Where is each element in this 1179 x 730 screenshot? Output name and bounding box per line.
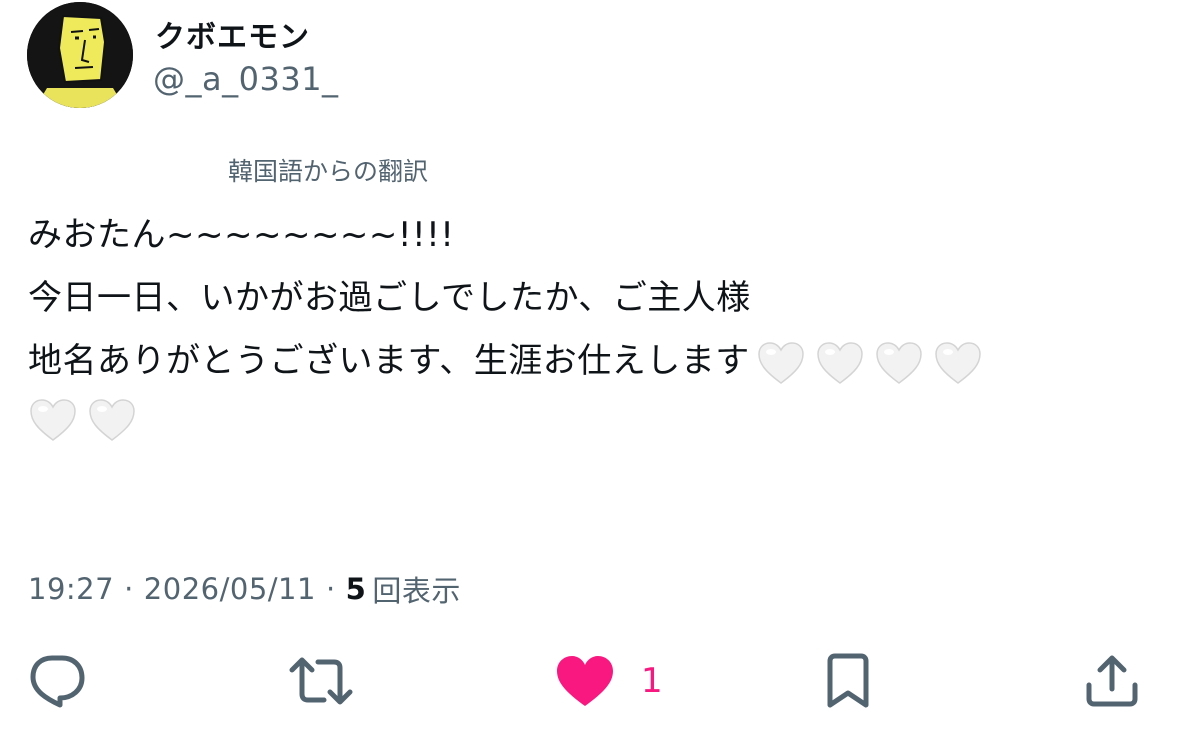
tweet-date[interactable]: 2026/05/11 [144, 572, 316, 606]
views-count[interactable]: 5 [346, 572, 367, 606]
like-button[interactable]: 1 [555, 650, 663, 712]
tweet-line-3-text: 地名ありがとうございます、生涯お仕えします [28, 341, 750, 381]
white-heart-icon [87, 397, 137, 443]
heart-filled-icon [557, 656, 613, 706]
translation-note[interactable]: 韓国語からの翻訳 [228, 152, 428, 188]
meta-separator: · [325, 572, 336, 606]
display-name[interactable]: クボエモン [155, 12, 310, 56]
retweet-icon [289, 657, 353, 705]
tweet-time[interactable]: 19:27 [28, 572, 114, 606]
white-heart-icon [756, 340, 806, 386]
cartoon-face-avatar [27, 2, 133, 108]
tweet-text: みおたん~~~~~~~~!!!! 今日一日、いかがお過ごしでしたか、ご主人様 地… [28, 204, 1148, 443]
white-heart-icon [874, 340, 924, 386]
tweet-line-2: 今日一日、いかがお過ごしでしたか、ご主人様 [28, 278, 751, 318]
bookmark-icon [827, 653, 869, 708]
white-heart-icon [933, 340, 983, 386]
meta-separator: · [124, 572, 134, 606]
speech-bubble-icon [30, 655, 85, 708]
avatar[interactable] [27, 2, 133, 108]
tweet-line-1: みおたん~~~~~~~~!!!! [28, 215, 455, 255]
white-heart-icon [28, 397, 78, 443]
reply-button[interactable] [28, 650, 86, 712]
retweet-button[interactable] [288, 650, 354, 712]
tweet-line-3: 地名ありがとうございます、生涯お仕えします [28, 330, 1148, 393]
tweet-meta: 19:27 · 2026/05/11 · 5 回表示 [28, 568, 461, 610]
white-heart-icon [815, 340, 865, 386]
user-handle[interactable]: @_a_0331_ [153, 60, 339, 98]
views-label[interactable]: 回表示 [372, 568, 461, 610]
bookmark-button[interactable] [824, 650, 872, 712]
share-button[interactable] [1084, 650, 1140, 712]
like-count[interactable]: 1 [641, 661, 663, 701]
share-upload-icon [1086, 655, 1138, 707]
white-heart-group [756, 340, 983, 386]
white-heart-group-2 [28, 397, 1148, 443]
